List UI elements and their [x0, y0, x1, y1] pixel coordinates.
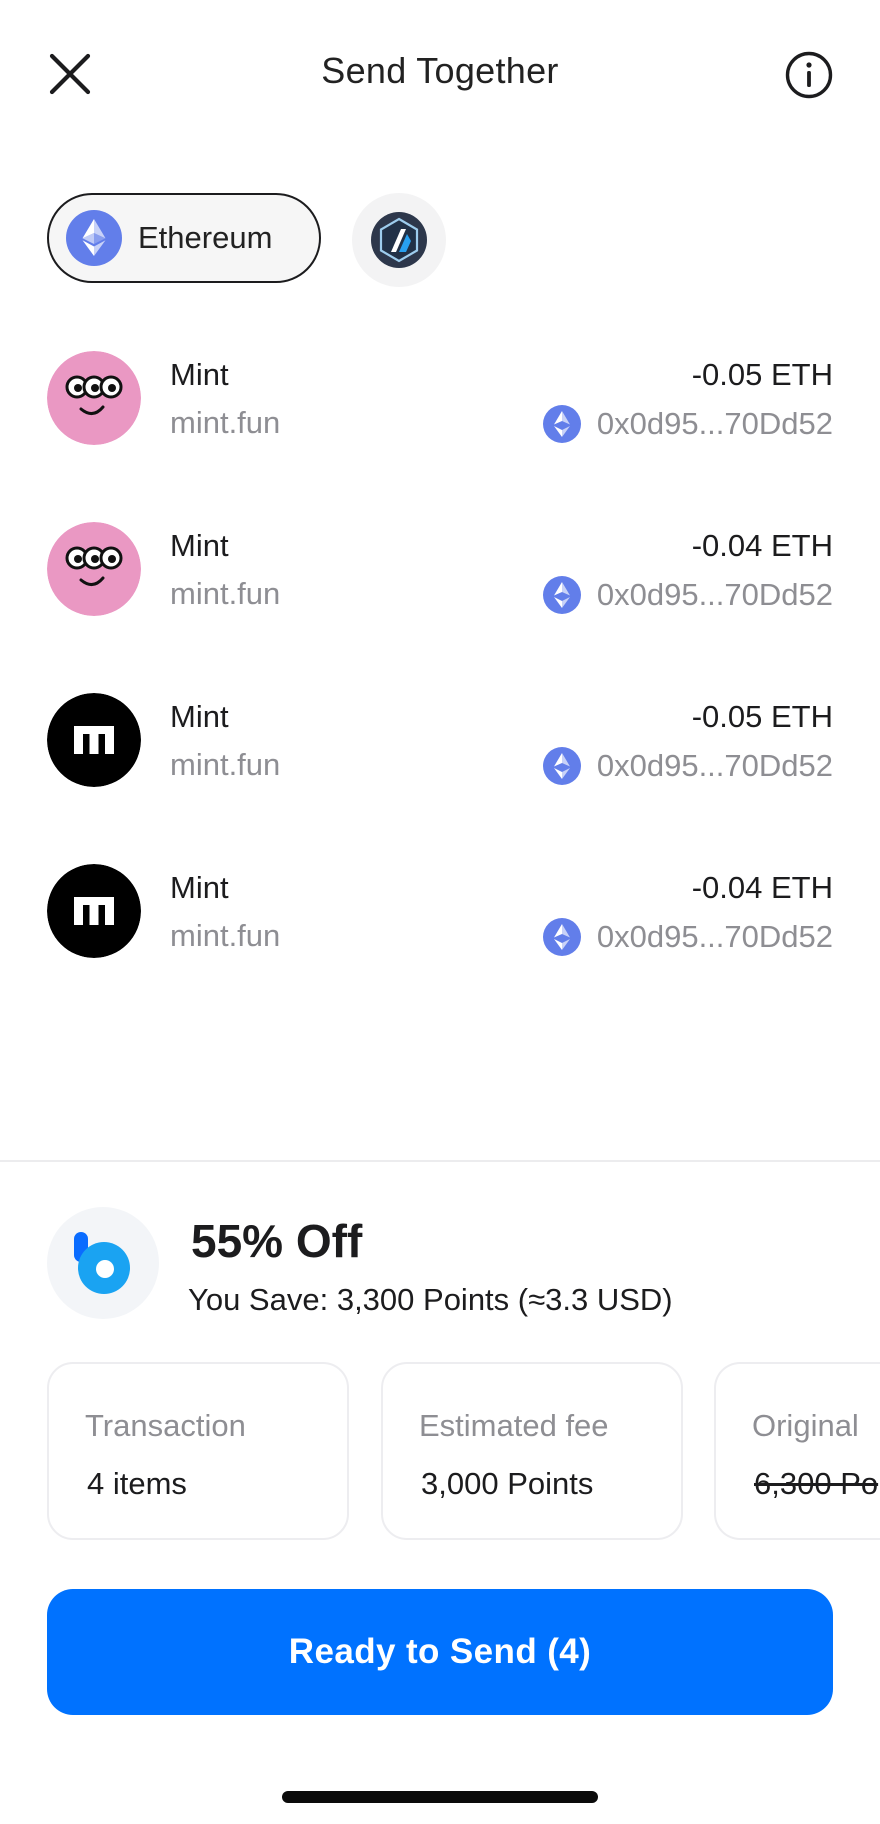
transaction-row[interactable]: Mint mint.fun -0.04 ETH 0x0d95...70Dd52	[47, 522, 833, 616]
transaction-name: Mint	[170, 357, 229, 392]
transaction-address: 0x0d95...70Dd52	[542, 747, 833, 785]
ethereum-icon	[66, 210, 122, 266]
transaction-source: mint.fun	[170, 405, 281, 440]
transaction-source: mint.fun	[170, 576, 281, 611]
transaction-amount: -0.05 ETH	[691, 357, 833, 392]
address-text: 0x0d95...70Dd52	[596, 577, 833, 612]
transaction-name: Mint	[170, 528, 229, 563]
address-text: 0x0d95...70Dd52	[596, 748, 833, 783]
summary-card-original: Original 6,300 Po	[714, 1362, 880, 1540]
transaction-address: 0x0d95...70Dd52	[542, 576, 833, 614]
mint-black-avatar	[47, 864, 141, 958]
page-title: Send Together	[321, 50, 559, 91]
address-text: 0x0d95...70Dd52	[596, 919, 833, 954]
chain-chip-label: Ethereum	[138, 220, 273, 255]
savings-text: You Save: 3,300 Points (≈3.3 USD)	[188, 1282, 673, 1318]
transaction-name: Mint	[170, 870, 229, 905]
transaction-row[interactable]: Mint mint.fun -0.05 ETH 0x0d95...70Dd52	[47, 351, 833, 445]
ethereum-icon	[542, 918, 581, 956]
savings-label: You Save:	[188, 1282, 329, 1317]
ethereum-icon	[542, 576, 581, 614]
mint-pink-avatar	[47, 522, 141, 616]
card-label: Transaction	[85, 1408, 246, 1443]
discount-title: 55% Off	[191, 1215, 363, 1267]
points-logo	[47, 1207, 159, 1319]
address-text: 0x0d95...70Dd52	[596, 406, 833, 441]
ethereum-icon	[542, 405, 581, 443]
chain-chip-arbitrum[interactable]	[352, 193, 446, 287]
card-value: 3,000 Points	[421, 1466, 594, 1501]
transaction-amount: -0.04 ETH	[691, 528, 833, 563]
summary-card-estimated-fee: Estimated fee 3,000 Points	[381, 1362, 683, 1540]
info-button[interactable]	[784, 50, 834, 100]
chain-chip-ethereum[interactable]: Ethereum	[47, 193, 321, 283]
transaction-row[interactable]: Mint mint.fun -0.05 ETH 0x0d95...70Dd52	[47, 693, 833, 787]
ethereum-icon	[542, 747, 581, 785]
card-label: Estimated fee	[419, 1408, 609, 1443]
mint-black-avatar	[47, 693, 141, 787]
transaction-amount: -0.05 ETH	[691, 699, 833, 734]
mint-pink-avatar	[47, 351, 141, 445]
summary-card-transaction: Transaction 4 items	[47, 1362, 349, 1540]
transaction-name: Mint	[170, 699, 229, 734]
savings-value: 3,300 Points (≈3.3 USD)	[336, 1282, 673, 1317]
transaction-amount: -0.04 ETH	[691, 870, 833, 905]
summary-cards: Transaction 4 items Estimated fee 3,000 …	[0, 1355, 880, 1555]
ready-to-send-button[interactable]: Ready to Send (4)	[47, 1589, 833, 1715]
card-value: 4 items	[87, 1466, 187, 1501]
arbitrum-icon	[371, 212, 427, 268]
home-indicator	[282, 1791, 598, 1803]
transaction-address: 0x0d95...70Dd52	[542, 405, 833, 443]
transaction-row[interactable]: Mint mint.fun -0.04 ETH 0x0d95...70Dd52	[47, 864, 833, 958]
transaction-address: 0x0d95...70Dd52	[542, 918, 833, 956]
transaction-source: mint.fun	[170, 747, 281, 782]
info-icon	[785, 51, 833, 99]
points-logo-icon	[74, 1232, 130, 1294]
panel-divider	[0, 1160, 880, 1162]
card-label: Original	[752, 1408, 859, 1443]
transaction-source: mint.fun	[170, 918, 281, 953]
card-value: 6,300 Po	[754, 1466, 879, 1501]
